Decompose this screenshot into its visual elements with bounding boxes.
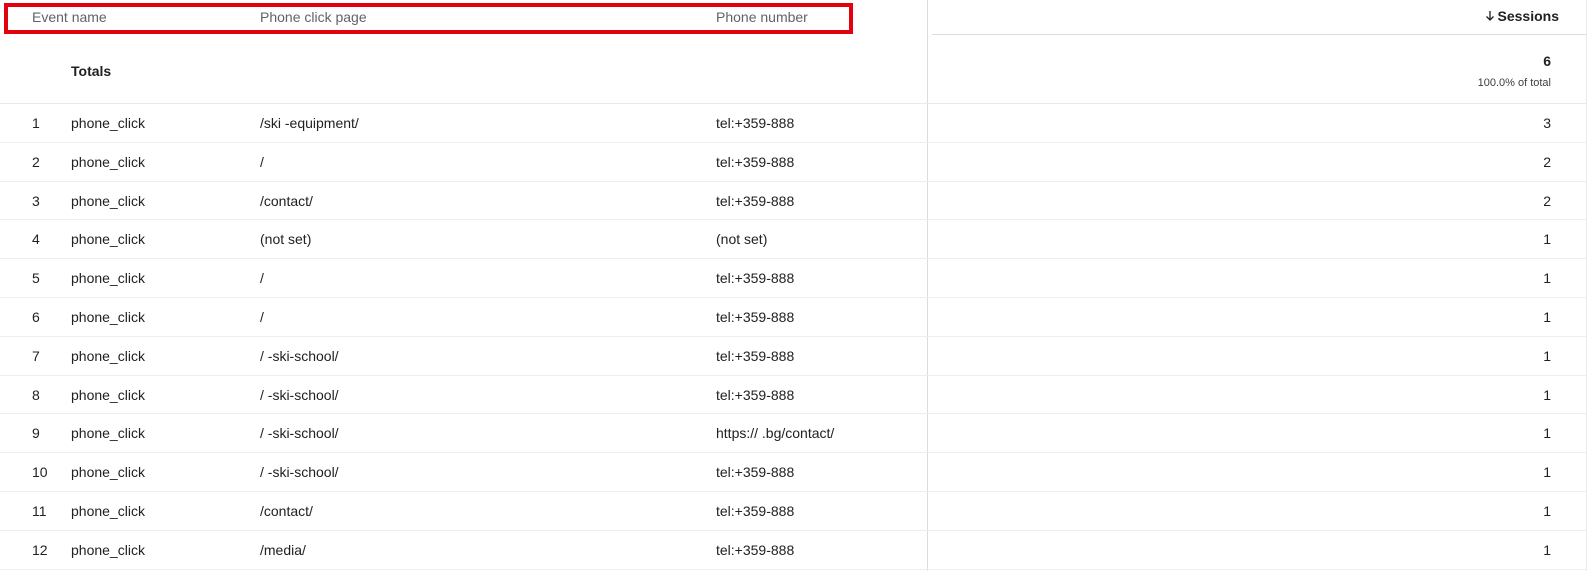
row-phone-click-page: /contact/ [260,192,313,209]
row-phone-number: tel:+359-888 [716,541,795,558]
table-body: 1 phone_click /ski -equipment/ tel:+359-… [0,104,1587,570]
row-phone-number: tel:+359-888 [716,115,795,131]
row-event-name: phone_click [71,153,145,170]
row-phone-number: tel:+359-888 [716,153,795,170]
totals-percent: 100.0% of total [1477,77,1551,89]
row-sessions: 3 [1543,115,1551,131]
header-sessions-label: Sessions [1497,8,1559,24]
row-index: 10 [32,464,48,481]
row-event-name: phone_click [71,192,145,209]
row-sessions: 1 [1543,308,1551,325]
row-phone-number: https:// .bg/contact/ [716,425,835,442]
row-phone-click-page: / -ski-school/ [260,425,339,442]
table-row[interactable]: 6 phone_click / tel:+359-888 1 [0,298,1587,337]
row-sessions: 1 [1543,541,1551,558]
row-phone-click-page: / -ski-school/ [260,464,339,481]
table-row[interactable]: 5 phone_click / tel:+359-888 1 [0,259,1587,298]
row-phone-number: tel:+359-888 [716,192,795,209]
row-phone-number: tel:+359-888 [716,464,795,481]
row-index: 6 [32,308,40,325]
row-sessions: 1 [1543,425,1551,442]
row-index: 9 [32,425,40,442]
row-sessions: 1 [1543,386,1551,403]
row-index: 11 [32,502,47,519]
report-table: Event name Phone click page Phone number… [0,0,1595,571]
row-sessions: 1 [1543,347,1551,364]
row-sessions: 2 [1543,192,1551,209]
row-index: 8 [32,386,40,403]
row-phone-click-page: /media/ [260,541,306,558]
row-phone-number: tel:+359-888 [716,270,795,287]
row-phone-click-page: (not set) [260,231,312,248]
row-index: 12 [32,541,48,558]
table-row[interactable]: 3 phone_click /contact/ tel:+359-888 2 [0,182,1587,221]
table-row[interactable]: 8 phone_click / -ski-school/ tel:+359-88… [0,376,1587,415]
table-header: Event name Phone click page Phone number… [0,0,1595,35]
row-phone-number: (not set) [716,231,768,248]
row-event-name: phone_click [71,541,145,558]
row-event-name: phone_click [71,502,145,519]
row-event-name: phone_click [71,425,145,442]
row-phone-click-page: / -ski-school/ [260,386,339,403]
row-phone-number: tel:+359-888 [716,347,795,364]
row-sessions: 1 [1543,270,1551,287]
totals-row: Totals 6 100.0% of total [0,35,1587,104]
table-row[interactable]: 7 phone_click / -ski-school/ tel:+359-88… [0,337,1587,376]
row-phone-number: tel:+359-888 [716,386,795,403]
table-row[interactable]: 2 phone_click / tel:+359-888 2 [0,143,1587,182]
row-event-name: phone_click [71,115,145,131]
highlight-box [4,3,853,34]
table-row[interactable]: 4 phone_click (not set) (not set) 1 [0,220,1587,260]
row-event-name: phone_click [71,270,145,287]
row-index: 4 [32,231,40,248]
row-sessions: 1 [1543,231,1551,248]
totals-value: 6 [1543,53,1551,69]
header-sessions[interactable]: Sessions [1485,8,1559,24]
row-index: 1 [32,115,40,131]
row-phone-click-page: / [260,153,264,170]
table-row[interactable]: 10 phone_click / -ski-school/ tel:+359-8… [0,453,1587,492]
row-event-name: phone_click [71,231,145,248]
table-row[interactable]: 9 phone_click / -ski-school/ https:// .b… [0,414,1587,454]
row-sessions: 1 [1543,502,1551,519]
row-sessions: 2 [1543,153,1551,170]
arrow-down-icon [1485,11,1494,21]
row-phone-click-page: /contact/ [260,502,313,519]
row-index: 5 [32,270,40,287]
totals-label: Totals [71,63,112,79]
row-phone-number: tel:+359-888 [716,502,795,519]
row-event-name: phone_click [71,347,145,364]
row-phone-number: tel:+359-888 [716,308,795,325]
table-row[interactable]: 1 phone_click /ski -equipment/ tel:+359-… [0,104,1587,143]
row-phone-click-page: / [260,270,264,287]
row-event-name: phone_click [71,386,145,403]
row-phone-click-page: / -ski-school/ [260,347,339,364]
row-phone-click-page: / [260,308,264,325]
row-sessions: 1 [1543,464,1551,481]
table-row[interactable]: 11 phone_click /contact/ tel:+359-888 1 [0,492,1587,531]
table-row[interactable]: 12 phone_click /media/ tel:+359-888 1 [0,531,1587,570]
row-event-name: phone_click [71,464,145,481]
row-index: 3 [32,192,40,209]
row-event-name: phone_click [71,308,145,325]
row-phone-click-page: /ski -equipment/ [260,115,359,131]
row-index: 2 [32,153,40,170]
row-index: 7 [32,347,40,364]
